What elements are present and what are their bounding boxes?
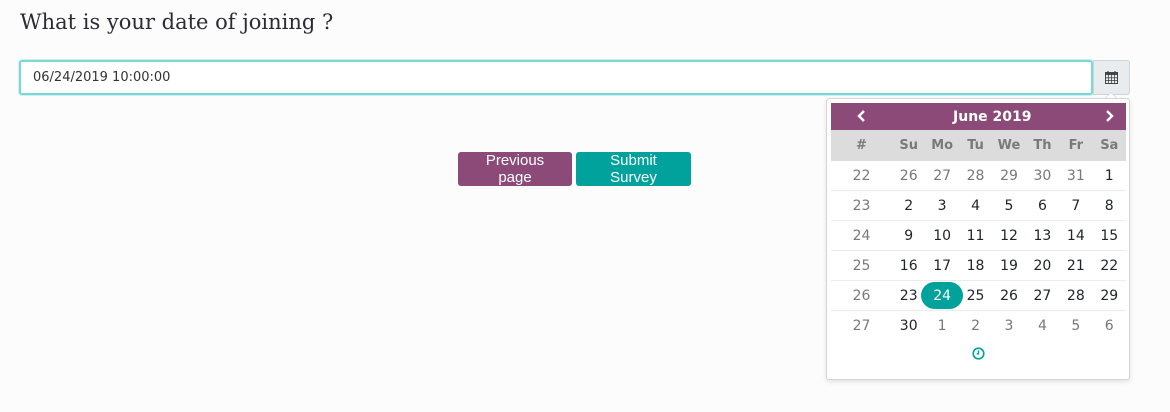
calendar-day[interactable]: 5 — [1059, 310, 1093, 340]
calendar-day[interactable]: 29 — [992, 161, 1025, 191]
calendar-day[interactable]: 1 — [925, 310, 959, 340]
submit-survey-button[interactable]: Submit Survey — [576, 152, 691, 186]
calendar-day[interactable]: 18 — [958, 250, 993, 281]
calendar-day[interactable]: 10 — [925, 220, 959, 251]
calendar-day[interactable]: 8 — [1092, 190, 1126, 221]
calendar-day[interactable]: 3 — [925, 190, 959, 221]
weekday-header: Sa — [1092, 130, 1126, 161]
calendar-day[interactable]: 28 — [1059, 280, 1093, 311]
calendar-day[interactable]: 1 — [1093, 161, 1126, 191]
calendar-day[interactable]: 20 — [1025, 250, 1060, 281]
calendar-day[interactable]: 15 — [1092, 220, 1126, 251]
calendar-week-row: 23 2 3 4 5 6 7 8 — [831, 190, 1126, 221]
calendar-day[interactable]: 11 — [958, 220, 993, 251]
calendar-day[interactable]: 28 — [959, 161, 992, 191]
calendar-day-selected[interactable]: 24 — [921, 280, 963, 311]
calendar-day[interactable]: 2 — [892, 190, 926, 221]
calendar-day[interactable]: 6 — [1092, 310, 1126, 340]
calendar-day[interactable]: 23 — [892, 280, 926, 311]
clock-icon — [971, 347, 985, 360]
calendar-table: June 2019 # Su Mo Tu We Th Fr Sa 22 26 27 28 29 30 3… — [831, 103, 1126, 340]
calendar-day[interactable]: 4 — [1025, 310, 1060, 340]
calendar-day[interactable]: 27 — [1025, 280, 1060, 311]
calendar-week-row: 24 9 10 11 12 13 14 15 — [831, 220, 1126, 251]
calendar-week-row: 27 30 1 2 3 4 5 6 — [831, 310, 1126, 340]
calendar-day[interactable]: 19 — [992, 250, 1026, 281]
weekday-header: We — [992, 130, 1026, 161]
week-number: 27 — [831, 310, 892, 340]
calendar-day[interactable]: 16 — [892, 250, 926, 281]
calendar-day[interactable]: 7 — [1059, 190, 1093, 221]
calendar-day[interactable]: 27 — [925, 161, 958, 191]
weekday-header: Su — [892, 130, 926, 161]
question-title: What is your date of joining ? — [20, 10, 334, 34]
week-number: 25 — [831, 250, 892, 281]
calendar-day[interactable]: 12 — [992, 220, 1026, 251]
weekday-header: Fr — [1059, 130, 1093, 161]
week-number: 22 — [852, 167, 871, 184]
calendar-week-row: 25 16 17 18 19 20 21 22 — [831, 250, 1126, 281]
week-number: 24 — [831, 220, 892, 251]
calendar-day[interactable]: 26 — [892, 161, 925, 191]
calendar-day[interactable]: 21 — [1059, 250, 1093, 281]
calendar-day[interactable]: 30 — [892, 310, 926, 340]
calendar-week-row: 26 23 24 25 26 27 28 29 — [831, 280, 1126, 311]
weekday-header: Th — [1025, 130, 1060, 161]
previous-page-button[interactable]: Previous page — [458, 152, 572, 186]
calendar-day[interactable]: 14 — [1059, 220, 1093, 251]
datepicker-popup: June 2019 # Su Mo Tu We Th Fr Sa 22 26 27 28 29 30 3… — [826, 98, 1130, 380]
week-number: 23 — [831, 190, 892, 221]
next-month-button[interactable] — [1092, 103, 1126, 130]
calendar-day[interactable]: 6 — [1025, 190, 1060, 221]
calendar-week-row: 22 26 27 28 29 30 31 1 — [831, 161, 1126, 191]
calendar-day[interactable]: 31 — [1059, 161, 1092, 191]
calendar-day[interactable]: 25 — [958, 280, 993, 311]
week-number: 26 — [831, 280, 892, 311]
calendar-day[interactable]: 29 — [1092, 280, 1126, 311]
calendar-toggle-button[interactable] — [1093, 60, 1130, 95]
calendar-day[interactable]: 9 — [892, 220, 926, 251]
weekday-header: Tu — [958, 130, 993, 161]
calendar-day[interactable]: 4 — [958, 190, 993, 221]
calendar-day[interactable]: 22 — [1092, 250, 1126, 281]
calendar-day[interactable]: 3 — [992, 310, 1026, 340]
chevron-right-icon — [1106, 110, 1114, 122]
calendar-day[interactable]: 26 — [992, 280, 1026, 311]
time-picker-toggle[interactable] — [827, 347, 1129, 363]
calendar-day[interactable]: 13 — [1025, 220, 1060, 251]
calendar-day[interactable]: 2 — [958, 310, 993, 340]
weekday-header: Mo — [925, 130, 959, 161]
calendar-icon — [1105, 71, 1118, 84]
calendar-day[interactable]: 30 — [1026, 161, 1059, 191]
week-number-header: # — [831, 130, 892, 161]
calendar-day[interactable]: 5 — [992, 190, 1026, 221]
chevron-left-icon — [856, 110, 865, 122]
calendar-day[interactable]: 17 — [925, 250, 959, 281]
prev-month-button[interactable] — [831, 103, 892, 130]
month-title-button[interactable]: June 2019 — [892, 103, 1093, 130]
selected-day-label: 24 — [921, 282, 963, 309]
date-input[interactable] — [19, 60, 1093, 95]
